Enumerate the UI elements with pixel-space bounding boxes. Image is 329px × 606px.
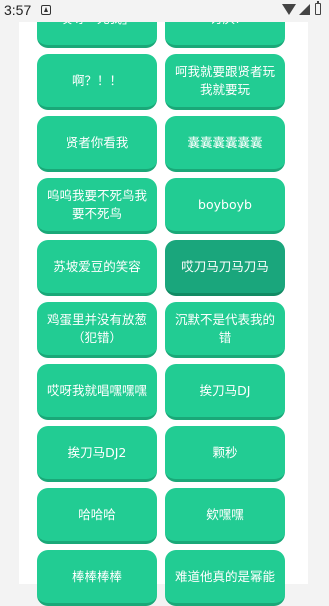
wifi-icon bbox=[282, 4, 296, 15]
sound-button[interactable]: 囊囊囊囊囊囊 bbox=[165, 116, 285, 172]
sound-button[interactable]: 哎呀我就唱嘿嘿嘿 bbox=[37, 364, 157, 420]
notification-icon bbox=[41, 5, 51, 15]
sound-button[interactable]: 呵我就要跟贤者玩我就要玩 bbox=[165, 54, 285, 110]
sound-button[interactable]: 棒棒棒棒 bbox=[37, 550, 157, 606]
sound-button[interactable]: 颗秒 bbox=[165, 426, 285, 482]
sound-button[interactable]: 鸡蛋里并没有放葱（犯错） bbox=[37, 302, 157, 358]
status-bar: 3:57 bbox=[0, 0, 329, 22]
sound-button[interactable]: boyboyb bbox=[165, 178, 285, 234]
sound-button[interactable]: 挨刀马DJ bbox=[165, 364, 285, 420]
battery-icon bbox=[315, 1, 321, 15]
sound-button[interactable]: 难道他真的是幂能 bbox=[165, 550, 285, 606]
sound-button-selected[interactable]: 哎刀马刀马刀马 bbox=[165, 240, 285, 296]
sound-button[interactable]: 苏坡爱豆的笑容 bbox=[37, 240, 157, 296]
sound-button[interactable]: 欸嘿嘿 bbox=[165, 488, 285, 544]
sound-button[interactable]: 呜呜我要不死鸟我要不死鸟 bbox=[37, 178, 157, 234]
sound-button[interactable]: 沉默不是代表我的错 bbox=[165, 302, 285, 358]
sound-button[interactable]: 啊？！！ bbox=[37, 54, 157, 110]
sound-button[interactable]: 贤者你看我 bbox=[37, 116, 157, 172]
clock: 3:57 bbox=[4, 2, 32, 18]
sound-button-grid: 哎呀「死我」 讨厌! 啊？！！ 呵我就要跟贤者玩我就要玩 贤者你看我 囊囊囊囊囊… bbox=[37, 0, 286, 606]
sound-button[interactable]: 挨刀马DJ2 bbox=[37, 426, 157, 482]
signal-icon bbox=[299, 4, 310, 15]
sound-button[interactable]: 哈哈哈 bbox=[37, 488, 157, 544]
